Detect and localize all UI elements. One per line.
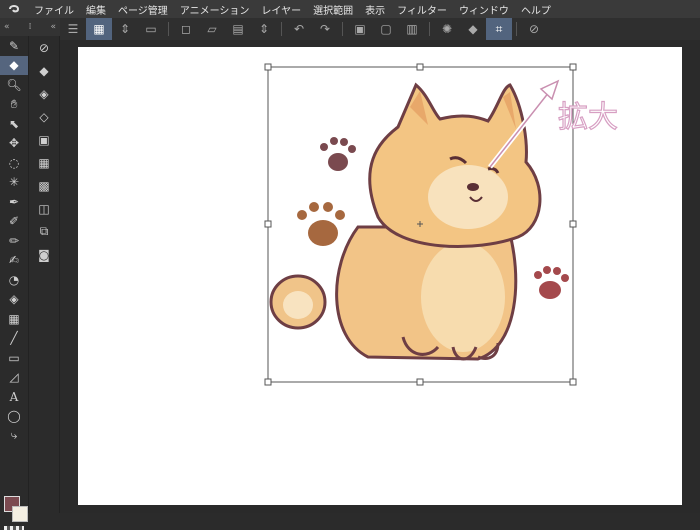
move-tool-icon[interactable]: ✥ <box>0 134 28 154</box>
spinner-icon[interactable]: ⇕ <box>112 18 138 40</box>
collapse-right-icon[interactable]: « <box>50 22 56 32</box>
menu-view[interactable]: 表示 <box>359 2 391 17</box>
app-logo-icon[interactable] <box>0 0 28 18</box>
handle-middle-right <box>569 220 577 228</box>
save-options-icon[interactable]: ⇕ <box>251 18 277 40</box>
gradient-tool-icon[interactable]: ▦ <box>0 309 28 329</box>
handle-bottom-center <box>416 378 424 386</box>
lasso-tool-icon[interactable]: ◌ <box>0 153 28 173</box>
no-entry-icon[interactable]: ⊘ <box>29 36 59 59</box>
balloon-tool-icon[interactable]: ◯ <box>0 407 28 427</box>
transform-icon[interactable]: ⌗ <box>486 18 512 40</box>
layers-icon[interactable]: ⧉ <box>29 220 59 243</box>
zoom-tool-icon[interactable]: 🔍︎ <box>0 75 28 95</box>
menu-bar: ファイル 編集 ページ管理 アニメーション レイヤー 選択範囲 表示 フィルター… <box>0 0 700 18</box>
clear-icon[interactable]: ▣ <box>347 18 373 40</box>
paw-print-2 <box>297 202 345 246</box>
layer-icon[interactable]: ▣ <box>29 128 59 151</box>
menu-layer[interactable]: レイヤー <box>255 2 307 17</box>
canvas-paper[interactable]: 拡大 <box>78 47 682 505</box>
menu-animation[interactable]: アニメーション <box>174 2 256 17</box>
redo-icon[interactable]: ↷ <box>312 18 338 40</box>
sub-color-swatch[interactable] <box>12 506 28 522</box>
transform-options-icon[interactable]: ✺ <box>434 18 460 40</box>
magic-wand-icon[interactable]: ✳ <box>0 173 28 193</box>
new-layer-icon[interactable]: ◻ <box>173 18 199 40</box>
menu-page[interactable]: ページ管理 <box>112 2 174 17</box>
airbrush-icon[interactable]: ◔ <box>0 270 28 290</box>
eraser-soft-icon[interactable]: ◈ <box>29 82 59 105</box>
handle-top-center <box>416 63 424 71</box>
camera-icon[interactable]: ◙ <box>29 243 59 266</box>
pencil-tool-icon[interactable]: ✏ <box>0 231 28 251</box>
paw-print-3 <box>534 266 569 299</box>
menu-window[interactable]: ウィンドウ <box>453 2 515 17</box>
enlarge-annotation-text: 拡大 <box>558 100 618 135</box>
menu-help[interactable]: ヘルプ <box>515 2 557 17</box>
transparent-color-swatch[interactable] <box>4 526 24 530</box>
clear-outside-icon[interactable]: ▢ <box>373 18 399 40</box>
eraser-vector-icon[interactable]: ◇ <box>29 105 59 128</box>
new-file-icon[interactable]: ▦ <box>86 18 112 40</box>
shiba-dog-illustration <box>269 82 542 361</box>
collapse-left-icon[interactable]: « <box>4 22 10 32</box>
eraser-hard-icon[interactable]: ◆ <box>29 59 59 82</box>
object-tool-icon[interactable]: ⬉ <box>0 114 28 134</box>
operation-tool-icon[interactable]: ✎ <box>0 36 28 56</box>
canvas-drawing: 拡大 <box>264 63 619 386</box>
crop-icon[interactable]: ▥ <box>399 18 425 40</box>
tool-palette: ✎ ◆ 🔍︎ ✋︎ ⬉ ✥ ◌ ✳ ✒ ✐ ✏ ✍ ◔ ◈ ▦ ╱ ▭ ◿ A … <box>0 36 29 530</box>
handle-bottom-right <box>569 378 577 386</box>
command-bar: ☰ ▦ ⇕ ▭ ◻ ▱ ▤ ⇕ ↶ ↷ ▣ ▢ ▥ ✺ ◆ ⌗ ⊘ <box>60 18 700 41</box>
paw-print-1 <box>320 137 356 171</box>
line-tool-icon[interactable]: ╱ <box>0 329 28 349</box>
pen-tool-icon[interactable]: ✐ <box>0 212 28 232</box>
menu-filter[interactable]: フィルター <box>391 2 453 17</box>
eyedropper-icon[interactable]: ✒ <box>0 192 28 212</box>
ruler-tool-icon[interactable]: ◿ <box>0 368 28 388</box>
correct-line-icon[interactable]: ⤷ <box>0 426 28 446</box>
undo-icon[interactable]: ↶ <box>286 18 312 40</box>
layer-grid-icon[interactable]: ▦ <box>29 151 59 174</box>
handle-bottom-left <box>264 378 272 386</box>
menu-selection[interactable]: 選択範囲 <box>307 2 359 17</box>
handle-middle-left <box>264 220 272 228</box>
fill-tool-icon[interactable]: ◈ <box>0 290 28 310</box>
settings-icon[interactable]: ⊘ <box>521 18 547 40</box>
menu-file[interactable]: ファイル <box>28 2 80 17</box>
hand-tool-icon[interactable]: ✋︎ <box>0 95 28 115</box>
fill-icon[interactable]: ◆ <box>460 18 486 40</box>
handle-top-right <box>569 63 577 71</box>
sub-tool-palette: ⊘ ◆ ◈ ◇ ▣ ▦ ▩ ◫ ⧉ ◙ <box>29 36 60 513</box>
grip-icon[interactable]: ⁞ <box>29 22 32 32</box>
open-folder-icon[interactable]: ▱ <box>199 18 225 40</box>
handle-top-left <box>264 63 272 71</box>
save-icon[interactable]: ▤ <box>225 18 251 40</box>
frame-tool-icon[interactable]: ▭ <box>0 348 28 368</box>
panel-tab-bar: « ⁞ « <box>0 18 60 36</box>
eraser-tool-icon[interactable]: ◆ <box>0 55 28 75</box>
menu-hamburger-icon[interactable]: ☰ <box>60 18 86 40</box>
layer-mask-icon[interactable]: ▩ <box>29 174 59 197</box>
brush-tool-icon[interactable]: ✍ <box>0 251 28 271</box>
text-tool-icon[interactable]: A <box>0 387 28 407</box>
menu-edit[interactable]: 編集 <box>80 2 112 17</box>
layer-stack-icon[interactable]: ◫ <box>29 197 59 220</box>
canvas-icon[interactable]: ▭ <box>138 18 164 40</box>
